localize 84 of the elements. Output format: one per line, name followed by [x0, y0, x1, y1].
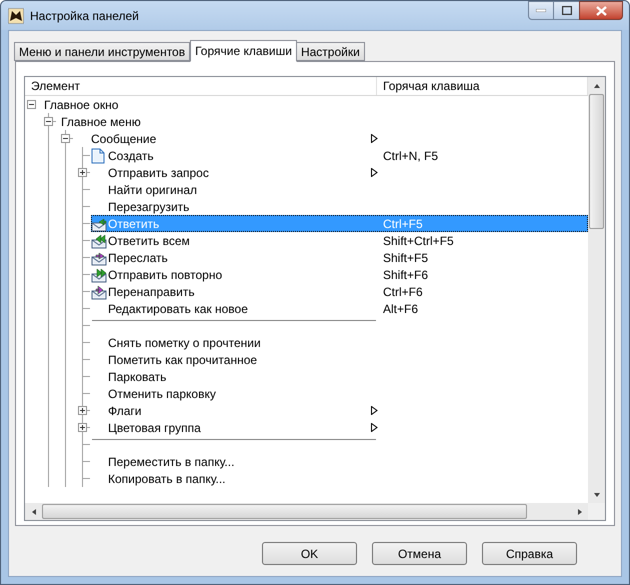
tree-row[interactable]: Перезагрузить — [91, 198, 588, 215]
scrollbar-thumb[interactable] — [589, 94, 604, 229]
shortcut-label: Alt+F6 — [383, 300, 418, 318]
column-header[interactable]: Элемент — [25, 77, 377, 95]
minimize-icon — [536, 9, 546, 12]
horizontal-scrollbar[interactable] — [25, 503, 588, 520]
shortcut-label: Ctrl+F5 — [383, 216, 423, 232]
dialog-button[interactable]: OK — [262, 542, 357, 565]
scrollbar-thumb[interactable] — [42, 504, 527, 519]
item-label: Сообщение — [91, 130, 156, 148]
item-label: Снять пометку о прочтении — [108, 334, 261, 352]
item-label: Отправить запрос — [108, 164, 209, 182]
item-label: Отправить повторно — [108, 266, 222, 284]
scroll-left-icon — [30, 508, 36, 516]
tree-row[interactable]: Отправить повторно Shift+F6 — [91, 266, 588, 283]
dialog-button[interactable]: Отмена — [372, 542, 467, 565]
tree-row[interactable]: Переместить в папку... — [91, 453, 588, 470]
item-label: Ответить всем — [108, 232, 190, 250]
app-logo-icon — [8, 8, 24, 24]
item-label: Перезагрузить — [108, 198, 190, 216]
item-label: Копировать в папку... — [108, 470, 226, 488]
item-label: Флаги — [108, 402, 142, 420]
item-label: Ответить — [108, 216, 160, 232]
item-label: Перенаправить — [108, 284, 195, 300]
tree-row[interactable]: Главное окно — [44, 96, 588, 113]
tree-row[interactable]: Пометить как прочитанное — [91, 351, 588, 368]
shortcut-label: Shift+F6 — [383, 266, 428, 284]
window-title: Настройка панелей — [30, 8, 139, 24]
tree-row[interactable]: Копировать в папку... — [91, 470, 588, 487]
maximize-button[interactable] — [554, 1, 579, 20]
tab[interactable]: Меню и панели инструментов — [14, 42, 190, 61]
collapse-icon[interactable] — [44, 117, 53, 126]
tree-row[interactable]: Сообщение — [74, 130, 588, 147]
dialog-button[interactable]: Справка — [482, 542, 577, 565]
envelope-arrow-icon — [91, 250, 107, 266]
minimize-button[interactable] — [528, 1, 554, 20]
shortcut-label: Shift+F5 — [383, 250, 428, 266]
expand-icon[interactable] — [78, 406, 87, 415]
shortcut-label: Ctrl+F6 — [383, 284, 423, 300]
tree-row[interactable]: Перенаправить Ctrl+F6 — [91, 283, 588, 300]
item-label: Цветовая группа — [108, 420, 201, 436]
item-label: Главное меню — [61, 114, 141, 130]
tree-row[interactable]: Парковать — [91, 368, 588, 385]
maximize-icon — [562, 6, 572, 15]
collapse-icon[interactable] — [61, 134, 70, 143]
item-label: Переместить в папку... — [108, 454, 234, 470]
tree-row[interactable]: Отправить запрос — [91, 164, 588, 181]
item-label: Создать — [108, 148, 154, 164]
collapse-icon[interactable] — [27, 100, 36, 109]
item-label: Переслать — [108, 250, 168, 266]
vertical-scrollbar[interactable] — [588, 77, 605, 503]
tree-row[interactable]: Найти оригинал — [91, 181, 588, 198]
envelope-arrow-icon — [91, 216, 107, 232]
shortcut-label: Shift+Ctrl+F5 — [383, 232, 454, 250]
tree-row[interactable]: Ответить всем Shift+Ctrl+F5 — [91, 232, 588, 249]
tree-row[interactable]: Переслать Shift+F5 — [91, 249, 588, 266]
tab[interactable]: Горячие клавиши — [190, 40, 297, 62]
tree-row[interactable]: Редактировать как новое Alt+F6 — [91, 300, 588, 317]
tree-row[interactable]: Отменить парковку — [91, 385, 588, 402]
envelope-double-arrow-icon — [91, 266, 107, 282]
close-icon — [596, 6, 606, 16]
item-label: Главное окно — [44, 96, 118, 114]
envelope-double-arrow-icon — [91, 232, 107, 248]
tree-row[interactable]: Снять пометку о прочтении — [91, 334, 588, 351]
item-label: Пометить как прочитанное — [108, 352, 258, 368]
envelope-arrow-icon — [91, 284, 107, 300]
document-icon — [91, 148, 105, 164]
item-label: Редактировать как новое — [108, 300, 248, 318]
item-label: Отменить парковку — [108, 386, 216, 402]
expand-icon[interactable] — [78, 423, 87, 432]
tab[interactable]: Настройки — [296, 42, 365, 61]
item-label: Парковать — [108, 368, 166, 386]
tree-row[interactable]: Флаги — [91, 402, 588, 419]
scroll-down-icon — [592, 492, 600, 498]
scroll-up-icon — [592, 82, 600, 88]
tree-row[interactable]: Создать Ctrl+N, F5 — [91, 147, 588, 164]
item-label: Найти оригинал — [108, 182, 198, 198]
tree-row[interactable]: Цветовая группа — [91, 419, 588, 436]
expand-icon[interactable] — [78, 168, 87, 177]
scroll-right-icon — [576, 508, 582, 516]
tree-row[interactable]: Главное меню — [61, 113, 588, 130]
shortcut-label: Ctrl+N, F5 — [383, 148, 438, 164]
close-button[interactable] — [579, 1, 623, 20]
scrollbar-corner — [588, 503, 605, 520]
